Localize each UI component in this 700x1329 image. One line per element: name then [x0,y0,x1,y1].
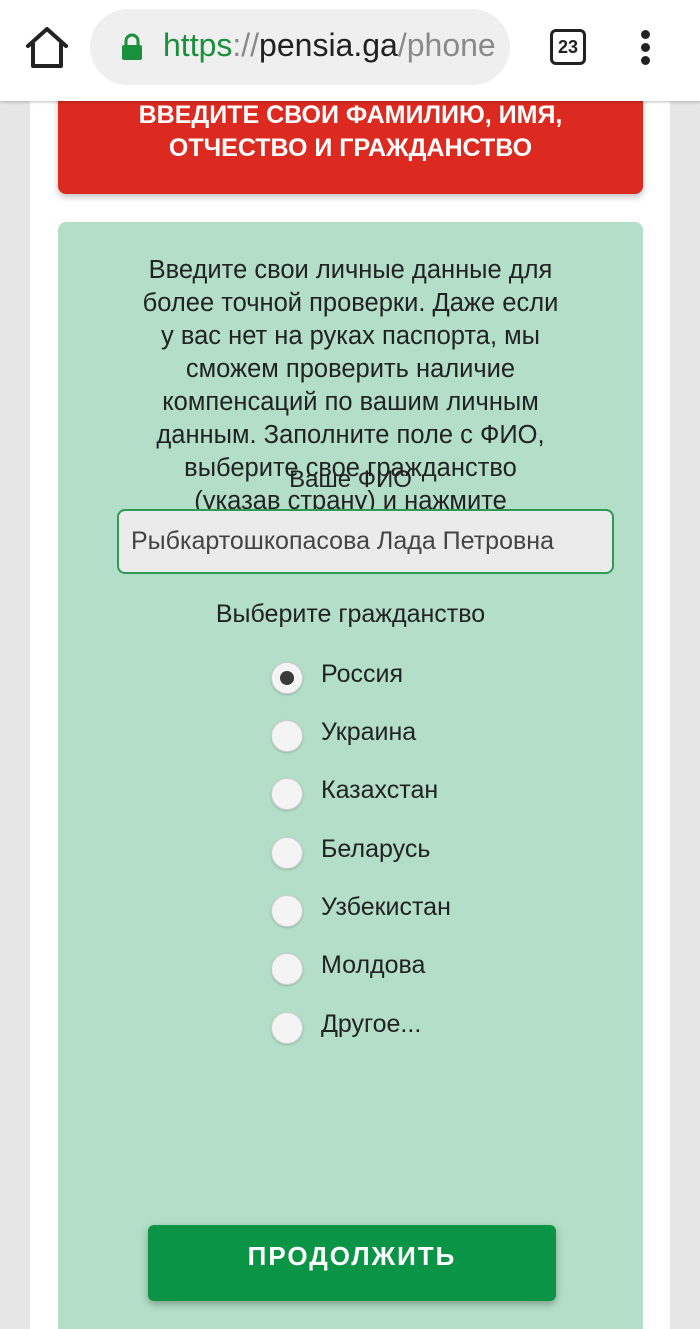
citizenship-label: Выберите гражданство [215,600,486,628]
radio-button[interactable] [271,720,303,752]
url-host: pensia.ga [259,27,398,63]
more-vert-icon[interactable] [636,30,656,65]
intro-line: более точной проверки. Даже если [142,289,559,317]
personal-data-form: Введите свои личные данные для более точ… [58,222,643,1329]
browser-toolbar: https://pensia.ga/phone 23 [0,0,700,101]
intro-line: данным. Заполните поле с ФИО, [156,421,545,449]
radio-button[interactable] [271,662,303,694]
header-banner: ВВЕДИТЕ СВОИ ФАМИЛИЮ, ИМЯ, ОТЧЕСТВО И ГР… [58,96,643,194]
url-separator: :// [232,27,260,63]
banner-line-2: ОТЧЕСТВО И ГРАЖДАНСТВО [168,134,533,162]
radio-label: Узбекистан [321,893,451,921]
url-path: /phone [397,27,496,63]
url-text: https://pensia.ga/phone [163,27,496,64]
intro-line: у вас нет на руках паспорта, мы [161,322,540,350]
radio-label: Украина [321,718,417,746]
radio-label: Другое... [321,1010,422,1038]
banner-line-1: ВВЕДИТЕ СВОИ ФАМИЛИЮ, ИМЯ, [138,101,563,129]
radio-button[interactable] [271,895,303,927]
radio-label: Беларусь [321,835,431,863]
fio-input[interactable]: Рыбкартошкопасова Лада Петровна [117,509,614,574]
radio-label: Казахстан [321,776,439,804]
continue-button[interactable]: ПРОДОЛЖИТЬ [148,1225,556,1301]
radio-button[interactable] [271,1012,303,1044]
radio-button[interactable] [271,837,303,869]
lock-icon [121,33,143,66]
page-content: ВВЕДИТЕ СВОИ ФАМИЛИЮ, ИМЯ, ОТЧЕСТВО И ГР… [30,96,670,1329]
address-bar[interactable]: https://pensia.ga/phone [90,9,510,85]
radio-label: Молдова [321,951,426,979]
radio-button[interactable] [271,778,303,810]
intro-line: компенсаций по вашим личным [162,388,539,416]
fio-label: Ваше ФИО [289,466,412,493]
intro-line: сможем проверить наличие [185,355,516,383]
radio-label: Россия [321,660,403,688]
tab-switcher-button[interactable]: 23 [550,29,586,65]
radio-button[interactable] [271,953,303,985]
url-scheme: https [163,27,233,63]
home-icon[interactable] [22,24,72,70]
intro-line: Введите свои личные данные для [148,256,553,284]
